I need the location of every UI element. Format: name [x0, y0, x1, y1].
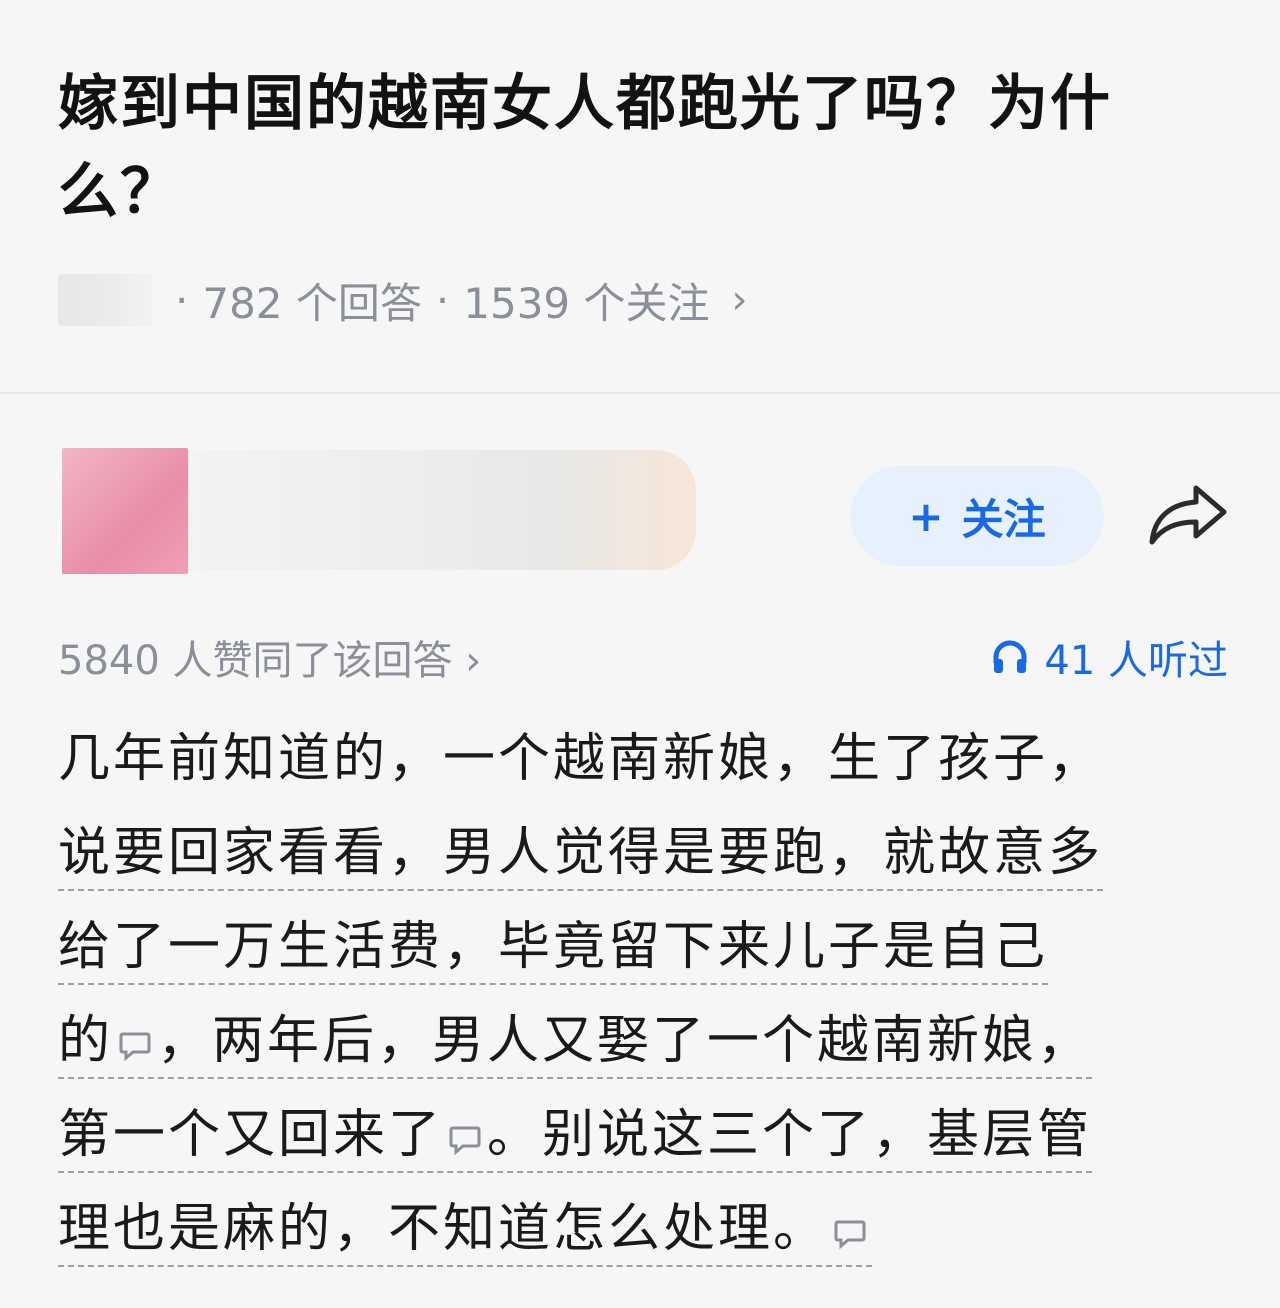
answer-author-row: + 关注	[62, 448, 1232, 578]
answer-stats: 5840 人赞同了该回答 › 41 人听过	[58, 628, 1228, 684]
question-header: 嫁到中国的越南女人都跑光了吗？为什么？	[58, 60, 1228, 236]
question-title[interactable]: 嫁到中国的越南女人都跑光了吗？为什么？	[58, 60, 1228, 236]
blurred-author-name[interactable]	[188, 450, 696, 570]
content-line-annotated[interactable]: 理也是麻的，不知道怎么处理。	[58, 1199, 873, 1267]
chevron-right-icon: ›	[731, 277, 748, 323]
comment-icon[interactable]	[832, 1216, 868, 1252]
content-fragment: 。别说这三个了，基层管	[487, 1105, 1093, 1165]
agree-count[interactable]: 5840 人赞同了该回答 ›	[58, 628, 481, 686]
divider	[0, 392, 1280, 394]
content-fragment: 理也是麻的，不知道怎么处理。	[58, 1199, 829, 1259]
meta-separator: ·	[175, 275, 189, 325]
listened-label: 41 人听过	[1044, 638, 1228, 684]
content-line-annotated[interactable]: 说要回家看看，男人觉得是要跑，就故意多	[58, 823, 1104, 891]
comment-icon[interactable]	[117, 1028, 153, 1064]
content-fragment: 第一个又回来了	[58, 1105, 444, 1165]
content-line-annotated[interactable]: 第一个又回来了 。别说这三个了，基层管	[58, 1105, 1093, 1173]
answer-content: 几年前知道的，一个越南新娘，生了孩子， 说要回家看看，男人觉得是要跑，就故意多 给了…	[58, 712, 1218, 1276]
share-icon[interactable]	[1146, 480, 1230, 550]
blurred-topic-tag	[58, 274, 153, 326]
content-line-annotated[interactable]: 给了一万生活费，毕竟留下来儿子是自己	[58, 917, 1049, 985]
answer-count: 782 个回答	[202, 278, 422, 328]
follow-button[interactable]: + 关注	[850, 466, 1104, 566]
plus-icon: +	[908, 491, 944, 541]
content-line-annotated[interactable]: 的 ，两年后，男人又娶了一个越南新娘，	[58, 1011, 1093, 1079]
question-meta[interactable]: · 782 个回答 · 1539 个关注 ›	[58, 270, 748, 330]
content-fragment: ，两年后，男人又娶了一个越南新娘，	[157, 1011, 1093, 1071]
meta-separator: ·	[435, 275, 450, 325]
content-line: 几年前知道的，一个越南新娘，生了孩子，	[58, 729, 1104, 789]
listened-count[interactable]: 41 人听过	[990, 628, 1228, 686]
avatar[interactable]	[62, 448, 188, 574]
follower-count: 1539 个关注	[463, 278, 710, 328]
headphones-icon	[993, 640, 1027, 673]
comment-icon[interactable]	[447, 1122, 483, 1158]
follow-button-label: 关注	[961, 494, 1046, 544]
content-fragment: 的	[58, 1011, 114, 1071]
